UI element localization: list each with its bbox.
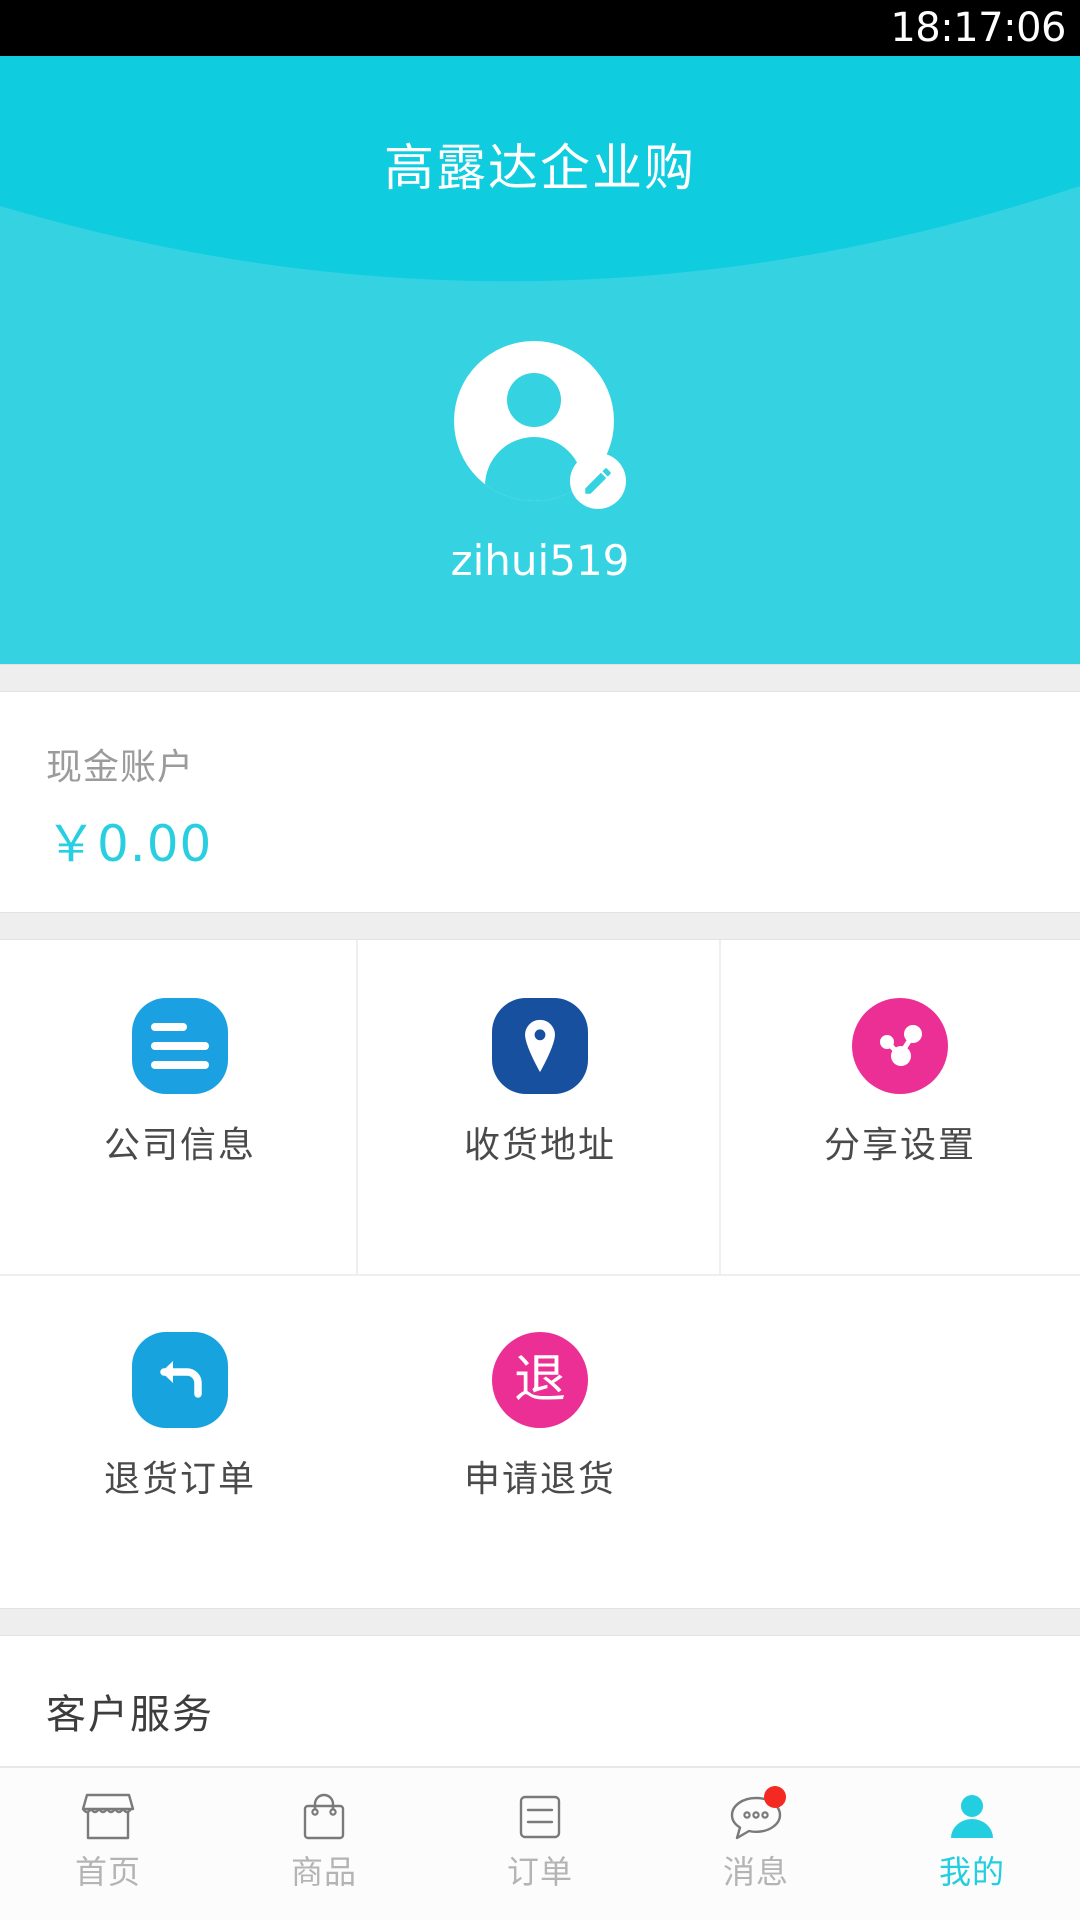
- tab-label: 我的: [938, 1853, 1005, 1891]
- cash-account-label: 现金账户: [46, 747, 195, 788]
- header-curve-decoration: [0, 56, 1080, 366]
- status-bar-clock: 18:17:06: [890, 5, 1066, 51]
- tab-messages[interactable]: 消息: [648, 1768, 864, 1920]
- status-bar: 18:17:06: [0, 0, 1080, 56]
- tab-label: 首页: [74, 1853, 141, 1891]
- return-char-glyph: 退: [513, 1350, 566, 1410]
- section-separator: [0, 912, 1080, 940]
- tab-label: 订单: [506, 1853, 573, 1891]
- menu-item-label: 收货地址: [463, 1125, 616, 1166]
- shopping-bag-icon: [292, 1786, 356, 1848]
- return-arrow-icon: [132, 1332, 228, 1428]
- avatar[interactable]: [454, 341, 626, 513]
- page-title: 高露达企业购: [384, 139, 696, 197]
- tab-label: 商品: [290, 1853, 357, 1891]
- menu-item-shipping-address[interactable]: 收货地址: [360, 940, 720, 1274]
- customer-service-title: 客户服务: [46, 1692, 214, 1738]
- menu-item-label: 公司信息: [103, 1125, 256, 1166]
- share-network-icon: [852, 998, 948, 1094]
- menu-grid-row: 退货订单 退 申请退货: [0, 1274, 1080, 1608]
- tab-orders[interactable]: 订单: [432, 1768, 648, 1920]
- order-list-icon: [508, 1786, 572, 1848]
- chat-bubble-icon: [724, 1786, 788, 1848]
- cash-account-card[interactable]: 现金账户 ￥0.00: [0, 692, 1080, 912]
- bottom-tab-bar: 首页 商品 订单 消息 我的: [0, 1766, 1080, 1920]
- menu-item-apply-return[interactable]: 退 申请退货: [360, 1274, 720, 1608]
- cash-account-amount: ￥0.00: [46, 815, 213, 873]
- username-label: zihui519: [450, 536, 630, 585]
- menu-grid: 公司信息 收货地址 分享设置 退货订单 退 申请退货: [0, 940, 1080, 1608]
- section-separator: [0, 664, 1080, 692]
- message-badge-dot: [764, 1786, 786, 1808]
- return-char-icon: 退: [492, 1332, 588, 1428]
- menu-item-label: 分享设置: [823, 1125, 976, 1166]
- tab-label: 消息: [722, 1853, 789, 1891]
- app-root: 18:17:06 高露达企业购 zihui519 现金账户 ￥0.00 公司信息…: [0, 0, 1080, 1920]
- tab-products[interactable]: 商品: [216, 1768, 432, 1920]
- menu-item-share-settings[interactable]: 分享设置: [720, 940, 1080, 1274]
- avatar-head-shape: [507, 373, 561, 427]
- menu-item-company-info[interactable]: 公司信息: [0, 940, 360, 1274]
- menu-item-return-orders[interactable]: 退货订单: [0, 1274, 360, 1608]
- pencil-edit-icon[interactable]: [570, 453, 626, 509]
- tab-mine[interactable]: 我的: [864, 1768, 1080, 1920]
- menu-item-label: 退货订单: [103, 1459, 256, 1500]
- tab-home[interactable]: 首页: [0, 1768, 216, 1920]
- storefront-icon: [76, 1786, 140, 1848]
- menu-grid-row: 公司信息 收货地址 分享设置: [0, 940, 1080, 1274]
- profile-header: 高露达企业购 zihui519: [0, 56, 1080, 664]
- person-icon: [940, 1786, 1004, 1848]
- location-pin-icon: [492, 998, 588, 1094]
- menu-item-empty-slot: [720, 1274, 1080, 1608]
- section-separator: [0, 1608, 1080, 1636]
- document-lines-icon: [132, 998, 228, 1094]
- menu-item-label: 申请退货: [463, 1459, 616, 1500]
- avatar-body-shape: [485, 437, 583, 501]
